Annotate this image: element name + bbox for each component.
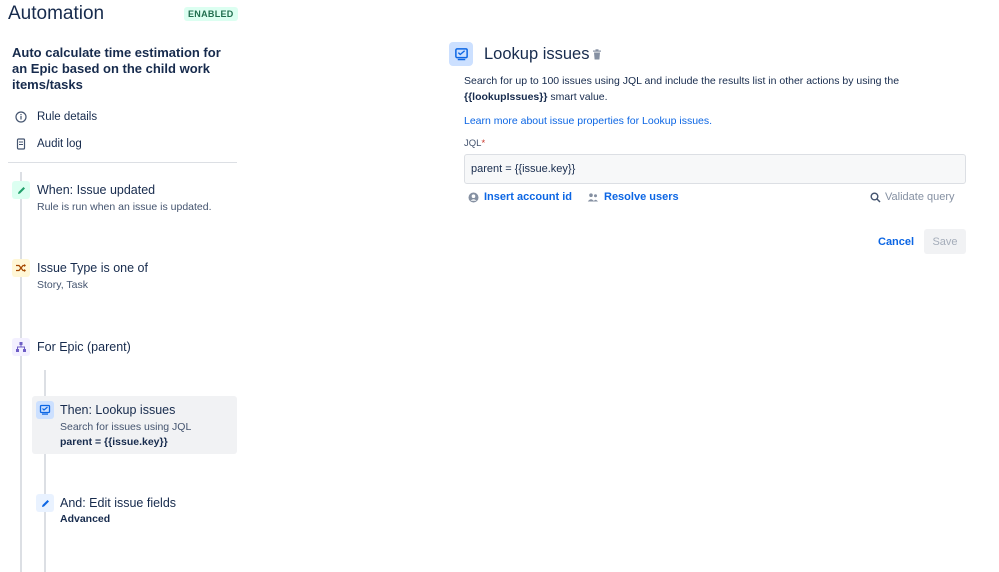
- status-badge: ENABLED: [184, 7, 238, 21]
- description-text: Search for up to 100 issues using JQL an…: [464, 75, 900, 87]
- save-button[interactable]: Save: [924, 229, 966, 254]
- rule-details-label: Rule details: [37, 111, 98, 123]
- step-edit-issue-fields[interactable]: And: Edit issue fields Advanced: [60, 496, 176, 525]
- jql-field-label: JQL*: [464, 138, 485, 149]
- sidebar-divider: [8, 162, 237, 163]
- step-subtitle: Rule is run when an issue is updated.: [37, 201, 212, 213]
- step-title: When: Issue updated: [37, 183, 156, 197]
- smart-value: {{lookupIssues}}: [464, 91, 548, 103]
- resolve-users-label: Resolve users: [604, 191, 679, 203]
- user-icon: [468, 192, 479, 203]
- lookup-issues-icon: [449, 42, 473, 66]
- search-icon: [870, 192, 881, 203]
- step-detail: Advanced: [60, 513, 111, 525]
- audit-log-label: Audit log: [37, 138, 82, 150]
- step-for-epic-parent[interactable]: For Epic (parent): [37, 340, 131, 354]
- lookup-icon: [36, 401, 54, 419]
- step-then-lookup-issues[interactable]: Then: Lookup issues Search for issues us…: [60, 403, 191, 448]
- step-detail: parent = {{issue.key}}: [60, 436, 168, 448]
- description-suffix: smart value.: [547, 91, 608, 103]
- step-title: And: Edit issue fields: [60, 496, 177, 510]
- step-when-issue-updated[interactable]: When: Issue updated Rule is run when an …: [37, 183, 212, 213]
- panel-description: Search for up to 100 issues using JQL an…: [464, 73, 934, 105]
- insert-account-id-label: Insert account id: [484, 191, 573, 203]
- pencil-icon: [12, 181, 30, 199]
- jql-input[interactable]: [464, 154, 966, 184]
- document-icon: [15, 138, 27, 150]
- required-mark: *: [481, 138, 486, 149]
- resolve-users-button[interactable]: Resolve users: [587, 190, 679, 204]
- shuffle-icon: [12, 259, 30, 277]
- pencil-icon: [36, 494, 54, 512]
- learn-more-link[interactable]: Learn more about issue properties for Lo…: [464, 115, 712, 127]
- page-title: Automation: [8, 3, 105, 24]
- hierarchy-icon: [12, 338, 30, 356]
- step-issue-type-condition[interactable]: Issue Type is one of Story, Task: [37, 261, 148, 291]
- flow-connector-line: [20, 172, 22, 572]
- panel-title: Lookup issues: [484, 45, 590, 63]
- step-title: Then: Lookup issues: [60, 403, 176, 417]
- validate-query-label: Validate query: [885, 191, 955, 203]
- info-icon: [15, 111, 27, 123]
- rule-name: Auto calculate time estimation for an Ep…: [12, 45, 221, 92]
- trash-icon[interactable]: [591, 48, 603, 60]
- step-subtitle: Search for issues using JQL: [60, 421, 192, 433]
- people-icon: [587, 192, 599, 203]
- insert-account-id-button[interactable]: Insert account id: [468, 190, 572, 204]
- validate-query-button[interactable]: Validate query: [870, 190, 955, 204]
- jql-label-text: JQL: [464, 138, 482, 149]
- step-subtitle: Story, Task: [37, 279, 88, 291]
- step-title: For Epic (parent): [37, 340, 131, 354]
- audit-log-link[interactable]: Audit log: [15, 135, 82, 153]
- cancel-button[interactable]: Cancel: [872, 231, 920, 253]
- step-title: Issue Type is one of: [37, 261, 148, 275]
- rule-details-link[interactable]: Rule details: [15, 108, 97, 126]
